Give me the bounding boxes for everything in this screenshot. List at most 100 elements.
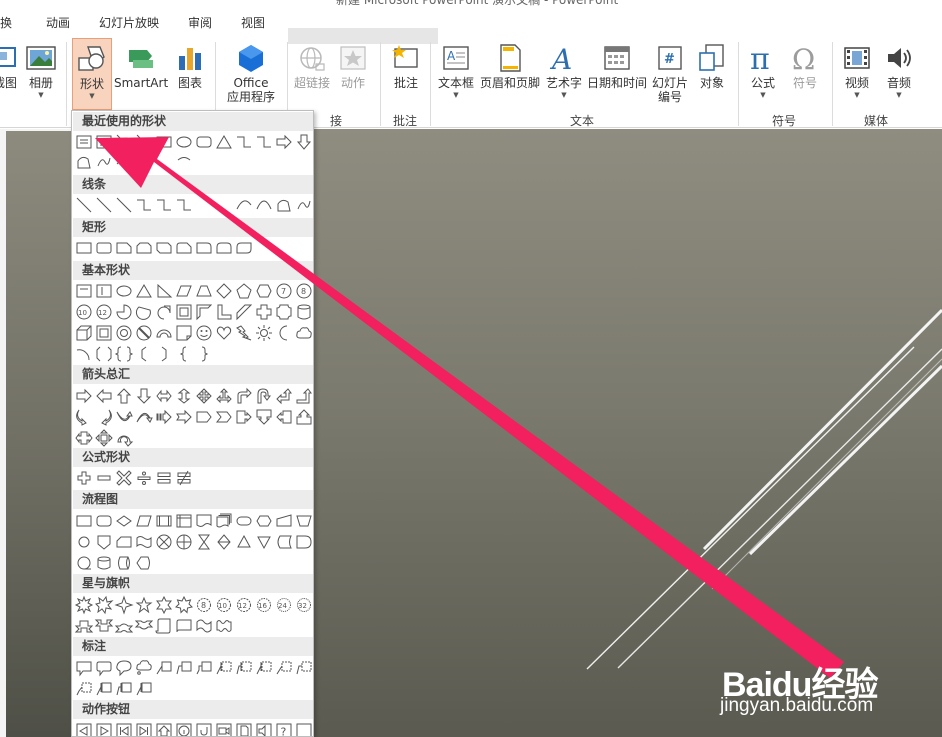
star-24-point-shape-icon[interactable]: 24 <box>276 597 292 613</box>
tab-transitions[interactable]: 换 <box>0 14 12 31</box>
equation-button[interactable]: π 公式 ▼ <box>743 38 783 110</box>
left-right-up-arrow-shape-icon[interactable] <box>216 388 232 404</box>
line-shape-icon[interactable] <box>116 134 132 150</box>
flowchart-magnetic-disk-shape-icon[interactable] <box>96 555 112 571</box>
right-arrow-shape-icon[interactable] <box>76 388 92 404</box>
right-arrow-shape-icon[interactable] <box>276 134 292 150</box>
snip-diagonal-rectangle-shape-icon[interactable] <box>156 240 172 256</box>
curved-down-ribbon-shape-icon[interactable] <box>134 618 154 634</box>
minus-shape-icon[interactable] <box>96 470 112 486</box>
triangle-shape-icon[interactable] <box>216 134 232 150</box>
tab-view[interactable]: 视图 <box>241 14 265 31</box>
down-arrow-callout-shape-icon[interactable] <box>256 409 272 425</box>
up-ribbon-shape-icon[interactable] <box>74 618 94 634</box>
up-down-arrow-shape-icon[interactable] <box>176 388 192 404</box>
line-callout-2-no-border-shape-icon[interactable] <box>296 660 312 676</box>
notched-right-arrow-shape-icon[interactable] <box>176 409 192 425</box>
elbow-connector-shape-icon[interactable] <box>236 134 252 150</box>
object-button[interactable]: 对象 <box>692 38 732 110</box>
multiply-shape-icon[interactable] <box>116 470 132 486</box>
star-6-point-shape-icon[interactable] <box>156 595 172 615</box>
textbox-shape-icon[interactable] <box>76 283 92 299</box>
vertical-textbox-shape-icon[interactable] <box>96 283 112 299</box>
wordart-button[interactable]: A 艺术字 ▼ <box>544 38 584 110</box>
flowchart-connector-shape-icon[interactable] <box>76 534 92 550</box>
block-arc-shape-icon[interactable] <box>156 325 172 341</box>
down-arrow-shape-icon[interactable] <box>136 388 152 404</box>
textbox-button[interactable]: A 文本框 ▼ <box>436 38 476 110</box>
striped-right-arrow-shape-icon[interactable] <box>156 409 172 425</box>
left-brace-shape-icon[interactable] <box>176 346 192 362</box>
flowchart-predefined-process-shape-icon[interactable] <box>156 513 172 529</box>
left-right-arrow-shape-icon[interactable] <box>156 388 172 404</box>
rounded-rectangular-callout-shape-icon[interactable] <box>96 660 112 677</box>
star-5-point-shape-icon[interactable] <box>135 596 153 614</box>
curved-up-arrow-shape-icon[interactable] <box>116 409 133 425</box>
flowchart-manual-input-shape-icon[interactable] <box>276 513 292 529</box>
action-end-button-shape-icon[interactable] <box>136 723 152 737</box>
freeform-shape-icon[interactable] <box>76 154 92 170</box>
flowchart-delay-shape-icon[interactable] <box>296 534 312 550</box>
decagon-shape-icon[interactable]: 10 <box>76 304 92 320</box>
tab-animations[interactable]: 动画 <box>46 14 70 31</box>
curved-up-ribbon-shape-icon[interactable] <box>114 618 134 634</box>
left-arrow-callout-shape-icon[interactable] <box>276 409 292 425</box>
double-wave-shape-icon[interactable] <box>216 618 232 634</box>
heart-shape-icon[interactable] <box>216 325 232 341</box>
flowchart-process-shape-icon[interactable] <box>76 513 92 529</box>
rectangle-shape-icon[interactable] <box>76 240 92 256</box>
flowchart-alternate-process-shape-icon[interactable] <box>96 513 112 529</box>
curved-right-arrow-shape-icon[interactable] <box>76 409 92 426</box>
can-shape-icon[interactable] <box>296 304 312 320</box>
screenshot-button[interactable]: 截图 <box>0 38 20 110</box>
line-shape-icon[interactable] <box>76 197 92 213</box>
line-callout-3-accent-bar-shape-icon[interactable] <box>256 660 272 676</box>
symbol-button[interactable]: Ω 符号 <box>785 38 825 110</box>
up-arrow-shape-icon[interactable] <box>116 388 132 404</box>
elbow-double-arrow-connector-shape-icon[interactable] <box>176 197 192 213</box>
vertical-textbox-shape-icon[interactable] <box>96 134 112 150</box>
flowchart-sequential-access-storage-shape-icon[interactable] <box>76 555 92 571</box>
star-4-point-shape-icon[interactable] <box>114 595 134 615</box>
pentagon-arrow-shape-icon[interactable] <box>196 409 212 425</box>
curved-down-arrow-shape-icon[interactable] <box>136 409 153 425</box>
star-32-point-shape-icon[interactable]: 32 <box>296 597 312 613</box>
elbow-arrow-connector-shape-icon[interactable] <box>256 134 272 150</box>
half-frame-shape-icon[interactable] <box>196 304 213 321</box>
cloud-callout-shape-icon[interactable] <box>136 660 152 676</box>
action-back-button-shape-icon[interactable] <box>76 723 92 737</box>
circular-arrow-shape-icon[interactable] <box>116 430 134 447</box>
line-callout-3-shape-icon[interactable] <box>196 660 212 676</box>
action-return-button-shape-icon[interactable] <box>196 723 212 737</box>
double-bracket-shape-icon[interactable] <box>96 346 112 362</box>
chevron-shape-icon[interactable] <box>215 409 232 425</box>
octagon-shape-icon[interactable]: 8 <box>296 283 312 299</box>
line-callout-2-accent-bar-shape-icon[interactable] <box>236 660 252 676</box>
flowchart-manual-operation-shape-icon[interactable] <box>296 513 312 529</box>
line-callout-3-border-accent-shape-icon[interactable] <box>136 681 152 697</box>
oval-shape-icon[interactable] <box>176 134 192 150</box>
action-home-button-shape-icon[interactable] <box>156 723 172 737</box>
quad-arrow-shape-icon[interactable] <box>196 388 212 404</box>
round-same-side-rectangle-shape-icon[interactable] <box>216 240 232 256</box>
equal-shape-icon[interactable] <box>156 470 172 486</box>
not-equal-shape-icon[interactable] <box>176 470 192 486</box>
action-button[interactable]: 动作 <box>336 38 370 110</box>
curved-double-arrow-connector-shape-icon[interactable] <box>236 197 252 213</box>
date-time-button[interactable]: 日期和时间 <box>586 38 648 110</box>
vertical-scroll-shape-icon[interactable] <box>155 618 172 634</box>
curve-shape-icon[interactable] <box>116 154 132 170</box>
oval-shape-icon[interactable] <box>116 283 132 299</box>
horizontal-scroll-shape-icon[interactable] <box>176 618 192 634</box>
right-triangle-shape-icon[interactable] <box>156 283 173 299</box>
star-16-point-shape-icon[interactable]: 16 <box>256 597 272 613</box>
sun-shape-icon[interactable] <box>256 325 272 341</box>
slide-thumbnail[interactable] <box>6 131 72 737</box>
line-callout-3-no-border-shape-icon[interactable] <box>76 681 92 697</box>
bent-arrow-shape-icon[interactable] <box>236 387 252 404</box>
wave-shape-icon[interactable] <box>196 618 212 634</box>
tab-slideshow[interactable]: 幻灯片放映 <box>99 14 159 31</box>
elbow-arrow-connector-shape-icon[interactable] <box>156 197 172 213</box>
rectangle-shape-icon[interactable] <box>156 134 172 150</box>
action-custom-button-shape-icon[interactable] <box>296 723 312 737</box>
